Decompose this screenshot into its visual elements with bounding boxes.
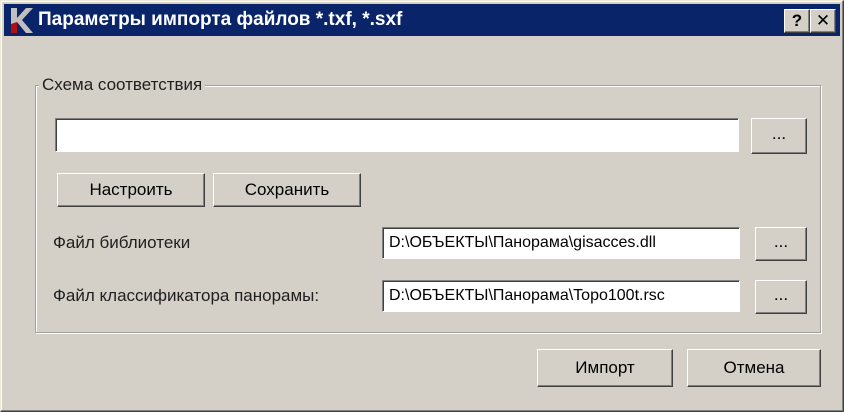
library-browse-button[interactable]: ... <box>755 227 807 261</box>
title-bar[interactable]: Параметры импорта файлов *.txf, *.sxf ? … <box>4 4 840 36</box>
scheme-browse-button[interactable]: ... <box>751 118 807 154</box>
close-button[interactable]: ✕ <box>810 9 836 33</box>
scheme-path-field[interactable] <box>55 118 739 152</box>
import-button[interactable]: Импорт <box>537 349 673 387</box>
configure-button[interactable]: Настроить <box>57 173 205 207</box>
classifier-file-label: Файл классификатора панорамы: <box>53 286 320 305</box>
library-file-field[interactable]: D:\ОБЪЕКТЫ\Панорама\gisacces.dll <box>382 227 740 259</box>
scheme-group-title: Схема соответствия <box>39 75 206 95</box>
save-scheme-button[interactable]: Сохранить <box>213 173 361 207</box>
window-title: Параметры импорта файлов *.txf, *.sxf <box>38 9 403 30</box>
classifier-browse-button[interactable]: ... <box>755 280 807 314</box>
library-file-label: Файл библиотеки <box>53 233 191 252</box>
help-button[interactable]: ? <box>784 9 810 33</box>
app-k-logo-icon <box>11 8 33 33</box>
import-dialog: Параметры импорта файлов *.txf, *.sxf ? … <box>0 0 844 412</box>
cancel-button[interactable]: Отмена <box>687 349 821 387</box>
classifier-file-field[interactable]: D:\ОБЪЕКТЫ\Панорама\Topo100t.rsc <box>382 280 740 312</box>
